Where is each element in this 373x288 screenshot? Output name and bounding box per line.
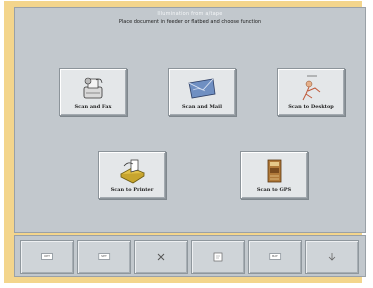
options-icon: OPT — [40, 253, 54, 260]
instruction-text: Place document in feeder or flatbed and … — [118, 19, 262, 25]
desktop-figure-icon — [302, 75, 321, 101]
app-frame: Illumination from a/tape Place document … — [4, 1, 366, 283]
scan-to-printer-button[interactable]: Scan to Printer — [98, 151, 166, 199]
main-panel: Illumination from a/tape Place document … — [14, 7, 366, 233]
fax-machine-icon — [83, 77, 103, 99]
scan-to-printer-label: Scan to Printer — [110, 187, 154, 193]
book-icon — [267, 159, 282, 183]
cross-icon — [157, 253, 165, 261]
scan-to-desktop-label: Scan to Desktop — [288, 104, 334, 110]
window-title: Illumination from a/tape — [157, 11, 223, 17]
scan-to-gps-label: Scan to GPS — [256, 187, 292, 193]
cross-button[interactable] — [134, 240, 188, 274]
scan-and-mail-button[interactable]: Scan and Mail — [168, 68, 236, 116]
scan-icon — [213, 252, 223, 262]
scan-to-desktop-button[interactable]: Scan to Desktop — [277, 68, 345, 116]
printer-icon — [120, 159, 145, 184]
bottom-toolbar: OPT SET BAT — [14, 235, 366, 277]
settings-icon: SET — [98, 253, 110, 260]
scan-button[interactable] — [191, 240, 245, 274]
scan-to-gps-button[interactable]: Scan to GPS — [240, 151, 308, 199]
scan-and-fax-button[interactable]: Scan and Fax — [59, 68, 127, 116]
envelope-icon — [188, 78, 216, 99]
scan-and-fax-label: Scan and Fax — [74, 104, 112, 110]
help-button[interactable] — [305, 240, 359, 274]
scan-and-mail-label: Scan and Mail — [182, 104, 222, 110]
batch-icon: BAT — [269, 253, 281, 260]
help-icon — [328, 253, 336, 261]
batch-button[interactable]: BAT — [248, 240, 302, 274]
options-button[interactable]: OPT — [20, 240, 74, 274]
settings-button[interactable]: SET — [77, 240, 131, 274]
